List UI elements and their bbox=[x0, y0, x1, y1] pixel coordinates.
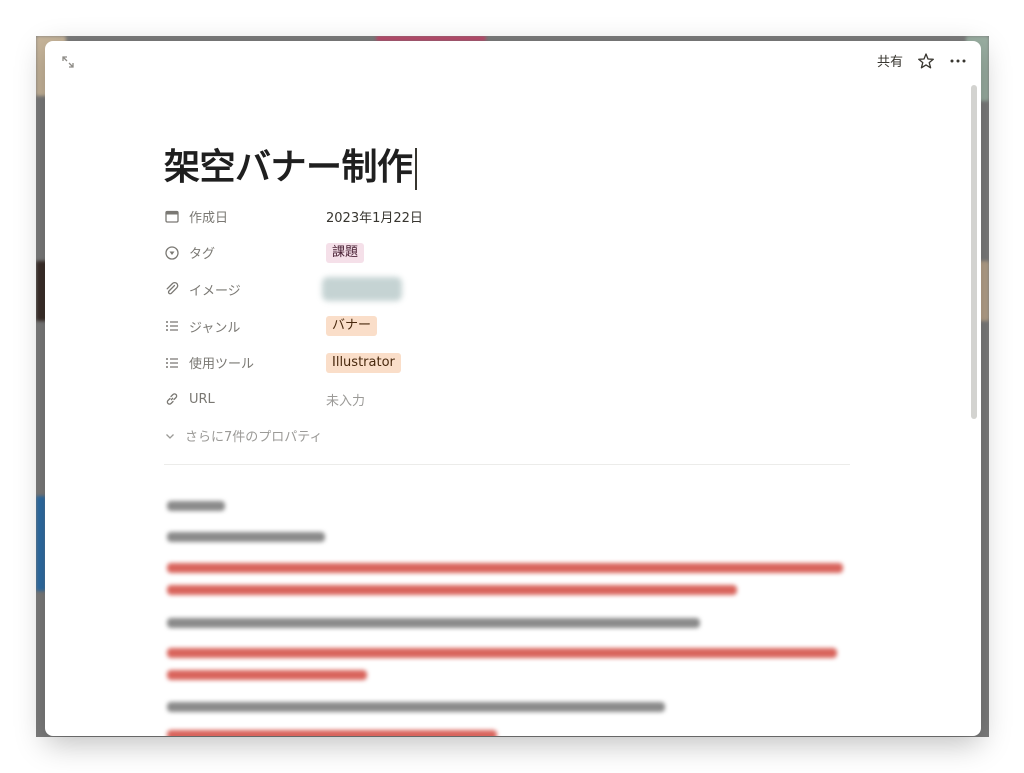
property-row-tag[interactable]: タグ 課題 bbox=[164, 235, 864, 272]
property-label[interactable]: URL bbox=[164, 391, 326, 407]
topbar-actions: 共有 bbox=[877, 51, 967, 70]
calendar-icon bbox=[165, 211, 179, 223]
page-title[interactable]: 架空バナー制作 bbox=[164, 141, 417, 195]
scrollbar[interactable] bbox=[971, 85, 977, 419]
more-properties-toggle[interactable]: さらに7件のプロパティ bbox=[164, 426, 323, 445]
blurred-content bbox=[167, 702, 853, 712]
share-button[interactable]: 共有 bbox=[877, 51, 903, 70]
tag-badge[interactable]: 課題 bbox=[326, 242, 365, 263]
content-line bbox=[167, 585, 737, 595]
page-modal: 共有 架空バナー制作 作成日 2023年1月22日 タグ 課題 イメージ ジャン… bbox=[45, 41, 981, 736]
star-icon[interactable] bbox=[917, 52, 935, 70]
property-label-text: ジャンル bbox=[189, 320, 241, 336]
properties-list: 作成日 2023年1月22日 タグ 課題 イメージ ジャンル バナー 使用ツール… bbox=[164, 198, 864, 418]
content-line bbox=[167, 618, 700, 628]
content-line bbox=[167, 501, 225, 511]
created-date-value[interactable]: 2023年1月22日 bbox=[326, 207, 423, 226]
content-line bbox=[167, 563, 843, 573]
property-label[interactable]: タグ bbox=[164, 243, 326, 262]
property-label[interactable]: イメージ bbox=[164, 280, 326, 299]
list-icon bbox=[166, 321, 178, 332]
property-label-text: タグ bbox=[189, 247, 216, 263]
property-label-text: 使用ツール bbox=[189, 357, 255, 373]
blurred-content bbox=[167, 730, 853, 736]
genre-badge[interactable]: バナー bbox=[326, 316, 378, 337]
blurred-content bbox=[167, 501, 853, 511]
property-label-text: URL bbox=[189, 391, 215, 407]
property-label[interactable]: ジャンル bbox=[164, 317, 326, 336]
blurred-content bbox=[167, 532, 853, 542]
property-row-tools[interactable]: 使用ツール Illustrator bbox=[164, 344, 864, 381]
content-line bbox=[167, 670, 367, 680]
expand-icon[interactable] bbox=[59, 53, 77, 71]
property-row-genre[interactable]: ジャンル バナー bbox=[164, 308, 864, 345]
link-icon bbox=[166, 393, 178, 405]
chevron-down-icon bbox=[166, 433, 174, 439]
property-label-text: 作成日 bbox=[189, 210, 229, 226]
paperclip-icon bbox=[166, 282, 179, 295]
property-label[interactable]: 作成日 bbox=[164, 207, 326, 226]
property-row-image[interactable]: イメージ bbox=[164, 271, 864, 308]
blurred-content bbox=[167, 648, 853, 680]
tool-badge[interactable]: Illustrator bbox=[326, 352, 401, 373]
image-thumbnail[interactable] bbox=[322, 277, 402, 302]
content-line bbox=[167, 532, 325, 542]
property-label-text: イメージ bbox=[189, 283, 241, 299]
blurred-content bbox=[167, 618, 853, 628]
content-line bbox=[167, 702, 665, 712]
page-title-text[interactable]: 架空バナー制作 bbox=[164, 147, 413, 188]
screen: 共有 架空バナー制作 作成日 2023年1月22日 タグ 課題 イメージ ジャン… bbox=[0, 0, 1024, 773]
text-cursor bbox=[414, 148, 417, 190]
content-line bbox=[167, 648, 837, 658]
url-value[interactable]: 未入力 bbox=[326, 390, 365, 409]
list-icon bbox=[166, 357, 178, 368]
more-properties-label: さらに7件のプロパティ bbox=[185, 430, 323, 445]
blurred-content bbox=[167, 563, 853, 595]
property-label[interactable]: 使用ツール bbox=[164, 353, 326, 372]
property-row-url[interactable]: URL 未入力 bbox=[164, 381, 864, 418]
tag-icon bbox=[165, 246, 179, 260]
content-line bbox=[167, 730, 497, 736]
property-row-created-date[interactable]: 作成日 2023年1月22日 bbox=[164, 198, 864, 235]
divider bbox=[164, 464, 850, 465]
more-options-icon[interactable] bbox=[949, 52, 967, 70]
